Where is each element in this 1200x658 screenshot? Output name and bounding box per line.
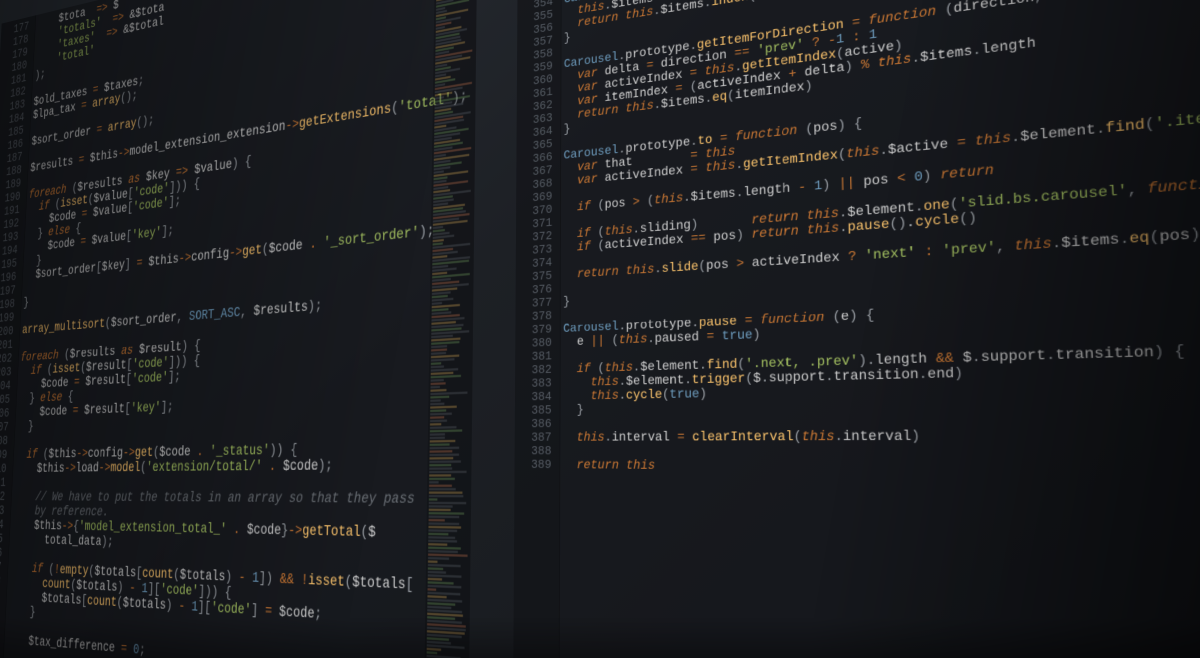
line-number: 215 (0, 532, 9, 547)
line-number: 220 (0, 602, 6, 619)
line-number: 214 (0, 518, 10, 533)
editor-pane-right: 3543553563573583593603613623633643653663… (513, 0, 1200, 658)
line-number: 213 (0, 504, 11, 518)
minimap-line (428, 529, 457, 532)
line-number: 223 (0, 644, 4, 658)
minimap-line (431, 382, 446, 385)
line-number: 388 (515, 445, 560, 459)
line-number: 217 (0, 560, 8, 576)
code-line: this.interval = clearInterval(this.inter… (563, 427, 1200, 445)
line-number: 222 (0, 630, 4, 647)
line-number: 387 (515, 432, 560, 446)
line-number: 210 (0, 463, 13, 477)
line-number: 219 (0, 588, 7, 604)
line-number: 221 (0, 616, 5, 633)
line-number: 216 (0, 546, 9, 561)
minimap-line (430, 453, 459, 456)
code-line: return this (563, 459, 1200, 480)
editor-scene: 1771781791801811821831841851861871881891… (0, 0, 1200, 658)
code-area-right[interactable]: Carousel.prototype.ge this.$items = item… (562, 0, 1200, 658)
minimap-line (429, 491, 463, 493)
line-number: 218 (0, 574, 7, 590)
line-number: 211 (0, 477, 12, 491)
code-area-left[interactable]: $tota => $ 'totals' => &$tota 'taxes' =>… (2, 0, 478, 658)
line-number: 389 (515, 459, 560, 473)
line-number: 212 (0, 491, 12, 505)
line-number: 386 (515, 418, 560, 432)
line-gutter-right: 3543553563573583593603613623633643653663… (513, 0, 562, 658)
editor-pane-left: 1771781791801811821831841851861871881891… (0, 0, 478, 658)
minimap-line (429, 471, 466, 474)
